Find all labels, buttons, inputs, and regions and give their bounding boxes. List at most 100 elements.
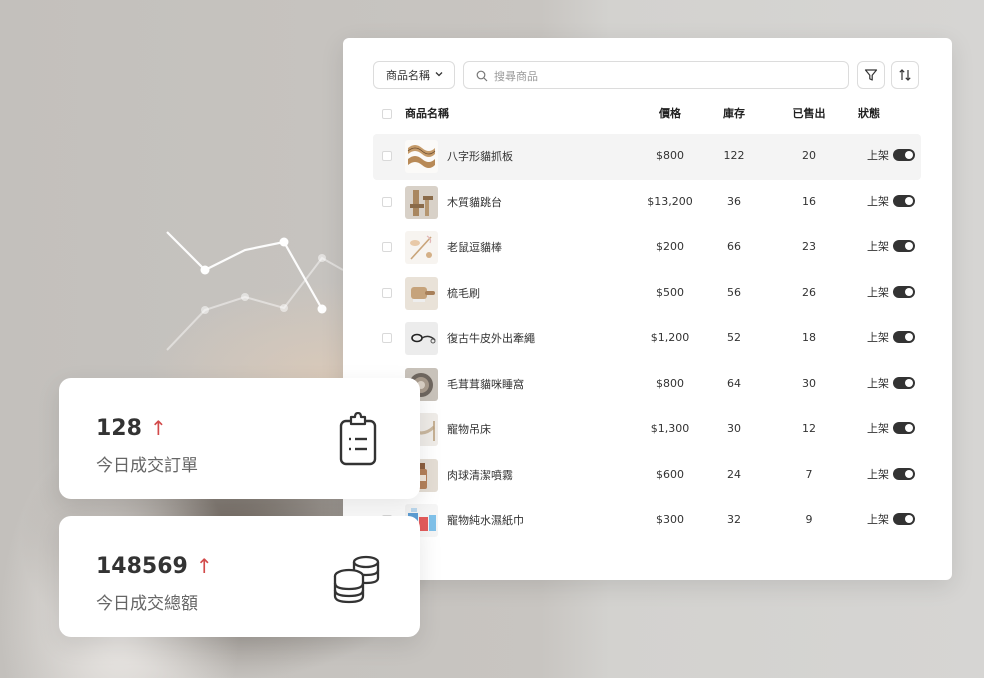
status-label: 上架 bbox=[867, 240, 889, 253]
search-field-dropdown[interactable]: 商品名稱 bbox=[373, 61, 455, 89]
table-row[interactable]: 毛茸茸貓咪睡窩 $800 64 30 上架 bbox=[373, 362, 921, 408]
table-row[interactable]: 八字形貓抓板 $800 122 20 上架 bbox=[373, 134, 921, 180]
revenue-total-value: 148569 bbox=[96, 554, 188, 579]
status-cell: 上架 bbox=[867, 329, 915, 345]
product-name: 八字形貓抓板 bbox=[447, 150, 513, 163]
orders-count: 128 ↑ bbox=[96, 416, 167, 441]
product-name: 毛茸茸貓咪睡窩 bbox=[447, 377, 524, 391]
header-status[interactable]: 狀態 bbox=[858, 105, 918, 121]
select-all-checkbox[interactable] bbox=[382, 109, 392, 119]
table-row[interactable]: 老鼠逗貓棒 $200 66 23 上架 bbox=[373, 225, 921, 271]
product-stock: 24 bbox=[727, 467, 741, 481]
coins-icon bbox=[333, 555, 380, 604]
clipboard-icon bbox=[339, 412, 377, 466]
row-checkbox[interactable] bbox=[382, 287, 392, 298]
header-sold[interactable]: 已售出 bbox=[781, 105, 837, 121]
status-toggle[interactable] bbox=[893, 194, 915, 207]
status-toggle[interactable] bbox=[893, 467, 915, 480]
table-row[interactable]: 肉球清潔噴霧 $600 24 7 上架 bbox=[373, 453, 921, 499]
product-sold: 12 bbox=[802, 422, 816, 435]
filter-icon bbox=[864, 69, 878, 81]
row-checkbox[interactable] bbox=[382, 196, 392, 207]
header-price[interactable]: 價格 bbox=[635, 105, 705, 121]
revenue-summary-card: 148569 ↑ 今日成交總額 bbox=[59, 516, 420, 637]
status-label: 上架 bbox=[867, 194, 889, 208]
status-label: 上架 bbox=[867, 376, 889, 390]
product-stock: 56 bbox=[727, 285, 741, 299]
status-toggle[interactable] bbox=[893, 240, 915, 252]
product-name: 木質貓跳台 bbox=[447, 195, 502, 209]
status-label: 上架 bbox=[867, 285, 889, 299]
status-cell: 上架 bbox=[867, 238, 915, 254]
table-header: 商品名稱 價格 庫存 已售出 狀態 bbox=[373, 105, 921, 125]
product-price: $500 bbox=[656, 285, 684, 299]
product-name: 肉球清潔噴霧 bbox=[447, 468, 513, 482]
status-toggle[interactable] bbox=[893, 513, 915, 525]
status-toggle[interactable] bbox=[893, 376, 915, 389]
product-stock: 52 bbox=[727, 331, 741, 344]
table-row[interactable]: 寵物純水濕紙巾 $300 32 9 上架 bbox=[373, 498, 921, 544]
status-cell: 上架 bbox=[867, 193, 915, 209]
product-price: $200 bbox=[656, 240, 684, 253]
trend-up-icon: ↑ bbox=[149, 416, 167, 440]
product-thumbnail bbox=[405, 231, 438, 264]
product-price: $800 bbox=[656, 376, 684, 390]
product-name: 復古牛皮外出牽繩 bbox=[447, 332, 535, 345]
status-label: 上架 bbox=[867, 422, 889, 435]
product-stock: 122 bbox=[723, 149, 745, 162]
status-label: 上架 bbox=[867, 331, 889, 344]
sort-icon bbox=[899, 69, 911, 81]
status-toggle[interactable] bbox=[893, 285, 915, 298]
product-thumbnail bbox=[405, 140, 438, 173]
filter-button[interactable] bbox=[857, 61, 885, 89]
chevron-down-icon bbox=[434, 69, 444, 82]
product-thumbnail bbox=[405, 185, 438, 219]
status-label: 上架 bbox=[867, 467, 889, 481]
product-price: $300 bbox=[656, 513, 684, 526]
product-thumbnail bbox=[405, 322, 438, 355]
product-sold: 18 bbox=[802, 331, 816, 344]
search-icon bbox=[476, 70, 488, 82]
table-row[interactable]: 復古牛皮外出牽繩 $1,200 52 18 上架 bbox=[373, 316, 921, 362]
status-cell: 上架 bbox=[867, 466, 915, 482]
product-sold: 16 bbox=[802, 194, 816, 208]
table-row[interactable]: 梳毛刷 $500 56 26 上架 bbox=[373, 271, 921, 317]
product-stock: 64 bbox=[727, 376, 741, 390]
search-box[interactable] bbox=[463, 61, 849, 89]
status-cell: 上架 bbox=[867, 147, 915, 163]
trend-up-icon: ↑ bbox=[195, 554, 213, 578]
product-table-panel: 商品名稱 商品名稱 價格 庫存 已售出 狀態 八字形貓抓板 bbox=[343, 38, 952, 580]
sort-button[interactable] bbox=[891, 61, 919, 89]
header-name[interactable]: 商品名稱 bbox=[405, 105, 449, 121]
table-row[interactable]: 木質貓跳台 $13,200 36 16 上架 bbox=[373, 180, 921, 226]
product-sold: 20 bbox=[802, 149, 816, 162]
revenue-label: 今日成交總額 bbox=[96, 594, 198, 614]
product-stock: 66 bbox=[727, 240, 741, 253]
product-stock: 32 bbox=[727, 513, 741, 526]
header-stock[interactable]: 庫存 bbox=[713, 105, 755, 121]
row-checkbox[interactable] bbox=[382, 242, 392, 252]
table-toolbar: 商品名稱 bbox=[373, 61, 921, 91]
product-sold: 23 bbox=[802, 240, 816, 253]
product-sold: 26 bbox=[802, 285, 816, 299]
status-cell: 上架 bbox=[867, 375, 915, 391]
table-body: 八字形貓抓板 $800 122 20 上架 木質貓跳台 $13,200 36 1… bbox=[373, 134, 921, 544]
status-toggle[interactable] bbox=[893, 422, 915, 434]
status-label: 上架 bbox=[867, 513, 889, 526]
revenue-total: 148569 ↑ bbox=[96, 554, 213, 579]
orders-summary-card: 128 ↑ 今日成交訂單 bbox=[59, 378, 420, 499]
status-cell: 上架 bbox=[867, 511, 915, 527]
product-price: $1,300 bbox=[650, 422, 690, 435]
product-name: 寵物純水濕紙巾 bbox=[447, 514, 524, 527]
product-price: $1,200 bbox=[650, 331, 690, 344]
search-input[interactable] bbox=[492, 66, 796, 86]
row-checkbox[interactable] bbox=[382, 333, 392, 343]
status-toggle[interactable] bbox=[893, 149, 915, 161]
row-checkbox[interactable] bbox=[382, 151, 392, 161]
status-toggle[interactable] bbox=[893, 331, 915, 343]
product-sold: 30 bbox=[802, 376, 816, 390]
product-price: $600 bbox=[656, 467, 684, 481]
table-row[interactable]: 寵物吊床 $1,300 30 12 上架 bbox=[373, 407, 921, 453]
product-name: 寵物吊床 bbox=[447, 423, 491, 436]
product-name: 梳毛刷 bbox=[447, 286, 480, 300]
